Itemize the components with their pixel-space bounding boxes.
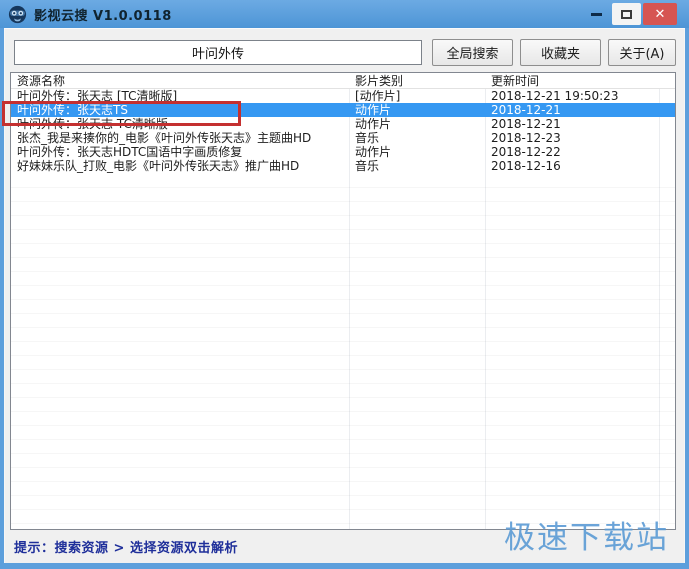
client-area: 全局搜索 收藏夹 关于(A) 资源名称 影片类别 更新时间 叶问外传：张天志 [… (4, 28, 685, 563)
cell-name: 叶问外传：张天志TS (17, 103, 128, 117)
cell-updated: 2018-12-23 (491, 131, 561, 145)
close-icon: ✕ (654, 6, 666, 22)
minimize-button[interactable] (583, 3, 610, 25)
cell-updated: 2018-12-21 (491, 103, 561, 117)
app-logo-icon (8, 5, 27, 23)
about-button[interactable]: 关于(A) (608, 39, 676, 66)
table-row[interactable]: 叶问外传：张天志 TC清晰版 动作片 2018-12-21 (11, 117, 675, 131)
cell-updated: 2018-12-21 19:50:23 (491, 89, 619, 103)
cell-updated: 2018-12-21 (491, 117, 561, 131)
table-header: 资源名称 影片类别 更新时间 (11, 73, 675, 89)
table-row[interactable]: 好妹妹乐队_打败_电影《叶问外传张天志》推广曲HD 音乐 2018-12-16 (11, 159, 675, 173)
results-listview: 资源名称 影片类别 更新时间 叶问外传：张天志 [TC清晰版] [动作片] 2018… (10, 72, 676, 530)
favorites-button[interactable]: 收藏夹 (520, 39, 601, 66)
cell-name: 张杰_我是来揍你的_电影《叶问外传张天志》主题曲HD (17, 131, 312, 145)
cell-name: 叶问外传：张天志HDTC国语中字画质修复 (17, 145, 243, 159)
cell-category: 动作片 (355, 103, 392, 117)
global-search-button[interactable]: 全局搜索 (432, 39, 513, 66)
app-window: 影视云搜 V1.0.0118 ✕ 全局搜索 收藏夹 关于(A) 资源名称 影片类… (0, 0, 689, 569)
column-header-name[interactable]: 资源名称 (11, 73, 349, 88)
status-bar: 提示：搜索资源 > 选择资源双击解析 (4, 530, 685, 563)
table-row[interactable]: 叶问外传：张天志TS 动作片 2018-12-21 (11, 103, 675, 117)
status-hint: 提示：搜索资源 > 选择资源双击解析 (14, 541, 238, 556)
maximize-icon (621, 9, 632, 19)
column-header-category[interactable]: 影片类别 (349, 73, 485, 88)
cell-category: 动作片 (355, 117, 392, 131)
table-row[interactable]: 叶问外传：张天志 [TC清晰版] [动作片] 2018-12-21 19:50:23 (11, 89, 675, 103)
cell-updated: 2018-12-16 (491, 159, 561, 173)
cell-name: 叶问外传：张天志 TC清晰版 (17, 117, 168, 131)
titlebar[interactable]: 影视云搜 V1.0.0118 ✕ (0, 0, 689, 28)
window-title: 影视云搜 V1.0.0118 (34, 8, 172, 24)
search-input[interactable] (14, 40, 422, 65)
cell-name: 好妹妹乐队_打败_电影《叶问外传张天志》推广曲HD (17, 159, 300, 173)
table-body: 叶问外传：张天志 [TC清晰版] [动作片] 2018-12-21 19:50:23… (11, 89, 675, 173)
table-row[interactable]: 张杰_我是来揍你的_电影《叶问外传张天志》主题曲HD 音乐 2018-12-23 (11, 131, 675, 145)
close-button[interactable]: ✕ (643, 3, 677, 25)
column-header-updated[interactable]: 更新时间 (485, 73, 659, 88)
cell-updated: 2018-12-22 (491, 145, 561, 159)
empty-rows-area (11, 174, 675, 529)
minimize-icon (591, 12, 602, 16)
cell-category: 音乐 (355, 159, 380, 173)
cell-name: 叶问外传：张天志 [TC清晰版] (17, 89, 178, 103)
cell-category: 音乐 (355, 131, 380, 145)
maximize-button[interactable] (612, 3, 641, 25)
cell-category: 动作片 (355, 145, 392, 159)
cell-category: [动作片] (355, 89, 401, 103)
table-row[interactable]: 叶问外传：张天志HDTC国语中字画质修复 动作片 2018-12-22 (11, 145, 675, 159)
